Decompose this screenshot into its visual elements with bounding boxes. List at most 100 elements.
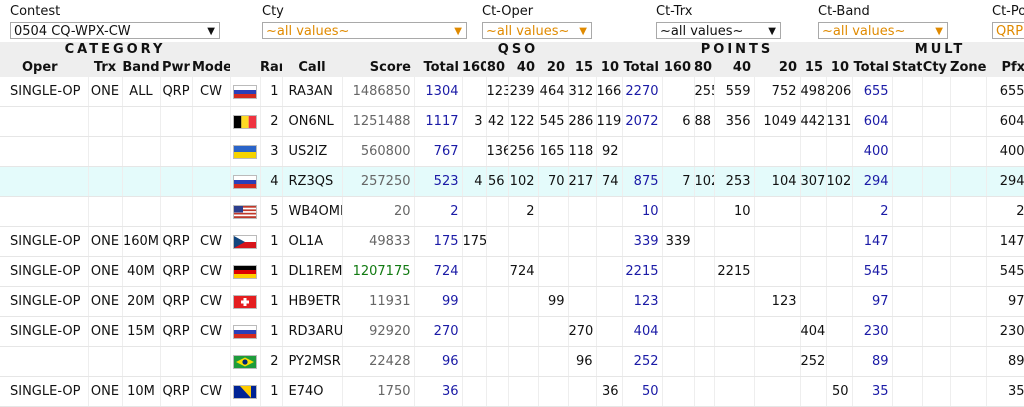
column-header[interactable]: Pwr <box>160 57 192 77</box>
column-header[interactable]: 40 <box>508 57 538 77</box>
filter-select[interactable]: ~all values~ ▼ <box>818 22 948 39</box>
filter-select[interactable]: ~all values~ ▼ <box>482 22 592 39</box>
mult-cell: 2 <box>986 196 1024 227</box>
mult-cell: 35 <box>986 376 1024 407</box>
points-band-cell: 50 <box>826 376 853 407</box>
table-row[interactable]: SINGLE-OP ONE 160M QRP CW 1 OL1A 49833 175 175 339… <box>0 226 1024 257</box>
belgium-flag-icon <box>233 114 257 129</box>
table-row[interactable]: 2 ON6NL 1251488 1117 3 42 122 545 286 119 2072 6 88 3… <box>0 106 1024 137</box>
qso-band-cell <box>596 286 623 317</box>
mult-cell <box>892 106 923 137</box>
call-cell[interactable]: E74O <box>282 376 343 407</box>
column-header[interactable]: Stat <box>892 57 923 77</box>
column-header[interactable]: 40 <box>714 57 754 77</box>
pwr-cell <box>160 346 193 377</box>
column-header[interactable]: Oper <box>0 57 88 77</box>
column-header[interactable]: Pfx <box>986 57 1024 77</box>
flag-cell <box>230 226 261 257</box>
mult-cell <box>892 136 923 167</box>
column-header[interactable]: Mode <box>192 57 230 77</box>
filter-label: Ct-Oper <box>482 4 534 19</box>
table-row[interactable]: 5WB4OMM2022101022 <box>0 196 1024 227</box>
column-header[interactable]: Total <box>852 57 893 77</box>
table-row[interactable]: SINGLE-OP ONE 40M QRP CW 1 DL1REM 1207175 724 724… <box>0 256 1024 287</box>
mult-cell <box>892 166 923 197</box>
column-header[interactable]: Band <box>122 57 160 77</box>
points-band-cell <box>662 256 695 287</box>
column-header[interactable]: 80 <box>694 57 714 77</box>
column-header[interactable]: 80 <box>486 57 508 77</box>
points-band-cell <box>714 136 755 167</box>
points-band-cell <box>694 316 715 347</box>
score-cell: 1486850 <box>342 77 415 107</box>
mult-cell <box>950 226 987 257</box>
points-band-cell: 356 <box>714 106 755 137</box>
mult-cell <box>892 346 923 377</box>
qso-band-cell: 312 <box>568 77 597 107</box>
call-cell[interactable]: RD3ARU <box>282 316 343 347</box>
table-row[interactable]: SINGLE-OPONEALLQRPCW 1RA3AN14868501304 123… <box>0 77 1024 107</box>
call-cell[interactable]: OL1A <box>282 226 343 257</box>
column-header[interactable]: 160 <box>662 57 694 77</box>
column-header[interactable]: 10 <box>826 57 853 77</box>
mode-cell: CW <box>192 77 231 107</box>
call-cell[interactable]: PY2MSR <box>282 346 343 377</box>
column-header[interactable]: Zone <box>950 57 987 77</box>
group-mult: MULT <box>852 42 1024 57</box>
column-header[interactable]: Total <box>414 57 462 77</box>
call-cell[interactable]: US2IZ <box>282 136 343 167</box>
points-band-cell: 498 <box>800 77 827 107</box>
points-total-cell <box>622 136 663 167</box>
table-row[interactable]: SINGLE-OP ONE 20M QRP CW 1 HB9ETR 11931 99 99 123 1… <box>0 286 1024 317</box>
score-cell: 1750 <box>342 376 415 407</box>
column-header[interactable]: 20 <box>754 57 800 77</box>
score-cell: 1207175 <box>342 256 415 287</box>
filter-select[interactable]: ~all values~ ▼ <box>656 22 781 39</box>
russia-flag-icon <box>233 84 257 99</box>
filter-select[interactable]: QRP▼ <box>992 22 1024 39</box>
call-cell[interactable]: RZ3QS <box>282 166 343 197</box>
column-header[interactable] <box>230 57 260 77</box>
table-row[interactable]: 2 PY2MSR 22428 96 96 252 252 89 89 <box>0 346 1024 377</box>
column-header[interactable]: 10 <box>596 57 622 77</box>
oper-cell: SINGLE-OP <box>0 376 89 407</box>
column-header[interactable]: Call <box>282 57 342 77</box>
pwr-cell: QRP <box>160 316 193 347</box>
call-cell[interactable]: RA3AN <box>282 77 343 107</box>
filter-select[interactable]: ~all values~ ▼ <box>262 22 467 39</box>
column-header[interactable]: Rank <box>260 57 282 77</box>
germany-flag-icon <box>233 264 257 279</box>
qso-band-cell <box>462 316 487 347</box>
qso-band-cell <box>486 196 509 227</box>
qso-band-cell <box>462 196 487 227</box>
filter-ct-band: Ct-Band ~all values~ ▼ <box>818 4 948 39</box>
table-row[interactable]: SINGLE-OP ONE 10M QRP CW 1 E74O 1750 36 36 50 50 35 3… <box>0 376 1024 407</box>
call-cell[interactable]: HB9ETR <box>282 286 343 317</box>
column-header[interactable]: 160 <box>462 57 486 77</box>
column-header[interactable]: Trx <box>88 57 122 77</box>
call-cell[interactable]: ON6NL <box>282 106 343 137</box>
group-points: POINTS <box>622 42 853 57</box>
points-band-cell <box>694 286 715 317</box>
filter-ct-oper: Ct-Oper ~all values~ ▼ <box>482 4 592 39</box>
flag-cell <box>230 316 261 347</box>
column-header[interactable]: 15 <box>800 57 826 77</box>
call-cell[interactable]: WB4OMM <box>282 196 343 227</box>
column-header[interactable]: Total <box>622 57 662 77</box>
table-row[interactable]: 4RZ3QS2572505234561027021774875710225310… <box>0 166 1024 197</box>
mult-cell <box>950 286 987 317</box>
mult-cell <box>892 256 923 287</box>
filter-select[interactable]: 0504 CQ-WPX-CW ▼ <box>10 22 220 39</box>
table-row[interactable]: SINGLE-OP ONE 15M QRP CW 1 RD3ARU 92920 270 270 40… <box>0 316 1024 347</box>
qso-band-cell <box>538 256 569 287</box>
table-row[interactable]: 3US2IZ560800767 13625616511892 400 400 <box>0 136 1024 167</box>
column-header[interactable]: Score <box>342 57 414 77</box>
points-band-cell: 123 <box>754 286 801 317</box>
column-header[interactable]: 15 <box>568 57 596 77</box>
column-header[interactable]: 20 <box>538 57 568 77</box>
bosnia-flag-icon <box>233 384 257 399</box>
call-cell[interactable]: DL1REM <box>282 256 343 287</box>
qso-band-cell: 3 <box>462 106 487 137</box>
points-band-cell <box>754 196 801 227</box>
column-header[interactable]: Cty <box>922 57 951 77</box>
